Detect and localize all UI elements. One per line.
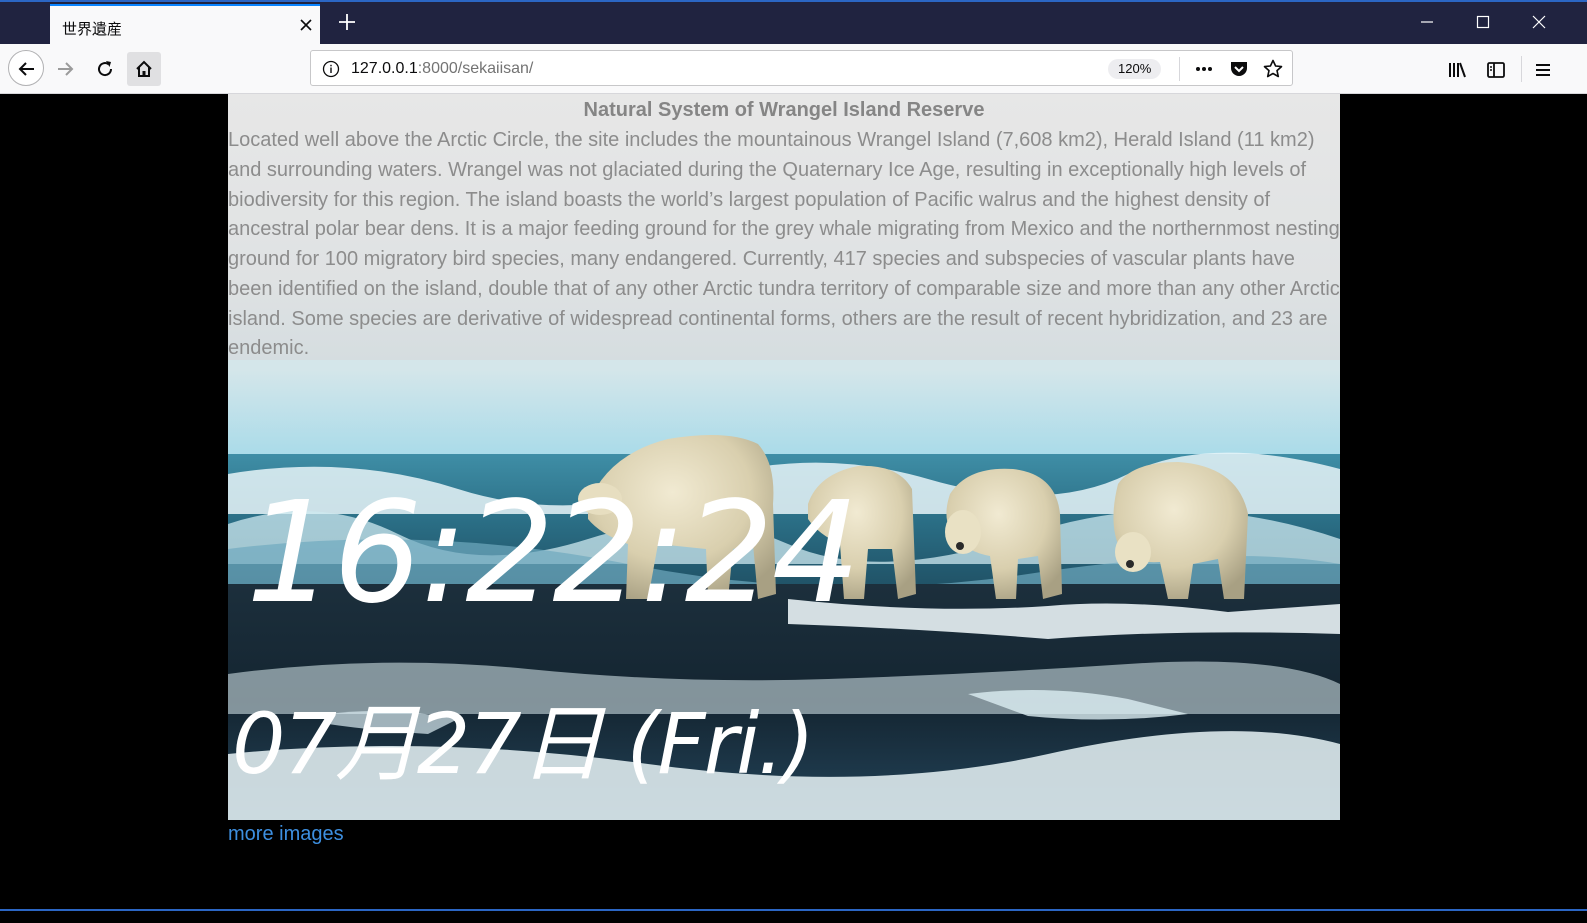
minimize-icon[interactable] xyxy=(1419,14,1435,30)
back-button[interactable] xyxy=(8,50,44,86)
zoom-level-badge[interactable]: 120% xyxy=(1108,59,1162,79)
library-icon[interactable] xyxy=(1447,60,1467,80)
info-icon[interactable] xyxy=(322,60,340,83)
reload-button[interactable] xyxy=(88,52,122,86)
plus-icon[interactable] xyxy=(337,12,357,32)
reload-icon xyxy=(98,61,113,77)
url-separator xyxy=(1179,57,1180,81)
window-border-bottom xyxy=(0,909,1587,911)
sidebar-icon[interactable] xyxy=(1486,60,1506,80)
home-icon xyxy=(136,60,152,77)
arrow-right-icon xyxy=(58,62,74,76)
world-heritage-panel: Natural System of Wrangel Island Reserve… xyxy=(228,94,1340,820)
toolbar-separator xyxy=(1521,56,1522,82)
star-icon[interactable] xyxy=(1263,59,1283,79)
home-button[interactable] xyxy=(127,52,161,86)
site-description: Located well above the Arctic Circle, th… xyxy=(228,129,1340,360)
url-host: 127.0.0.1 xyxy=(351,60,418,77)
more-icon[interactable] xyxy=(1194,59,1214,79)
navigation-toolbar: 127.0.0.1:8000/sekaiisan/ 120% xyxy=(0,44,1587,94)
site-title: Natural System of Wrangel Island Reserve xyxy=(583,99,985,121)
title-bar: 世界遺産 xyxy=(0,0,1587,46)
url-text[interactable]: 127.0.0.1:8000/sekaiisan/ xyxy=(351,60,533,78)
arrow-left-icon xyxy=(18,62,34,76)
url-path: :8000/sekaiisan/ xyxy=(417,60,534,77)
address-bar[interactable]: 127.0.0.1:8000/sekaiisan/ 120% xyxy=(310,50,1293,86)
forward-button[interactable] xyxy=(48,52,82,86)
tab-title: 世界遺産 xyxy=(62,20,123,38)
close-icon[interactable] xyxy=(298,17,314,33)
description-panel: Natural System of Wrangel Island Reserve… xyxy=(228,94,1340,360)
hamburger-icon[interactable] xyxy=(1533,60,1553,80)
maximize-icon[interactable] xyxy=(1475,14,1491,30)
tab-sekaiisan[interactable]: 世界遺産 xyxy=(50,4,320,46)
pocket-icon[interactable] xyxy=(1229,59,1249,79)
clock-time: 16:22:24 xyxy=(246,472,861,635)
clock-date: 07月27日 (Fri.) xyxy=(232,695,815,793)
more-images-link[interactable]: more images xyxy=(228,823,344,846)
window-close-icon[interactable] xyxy=(1531,14,1547,30)
